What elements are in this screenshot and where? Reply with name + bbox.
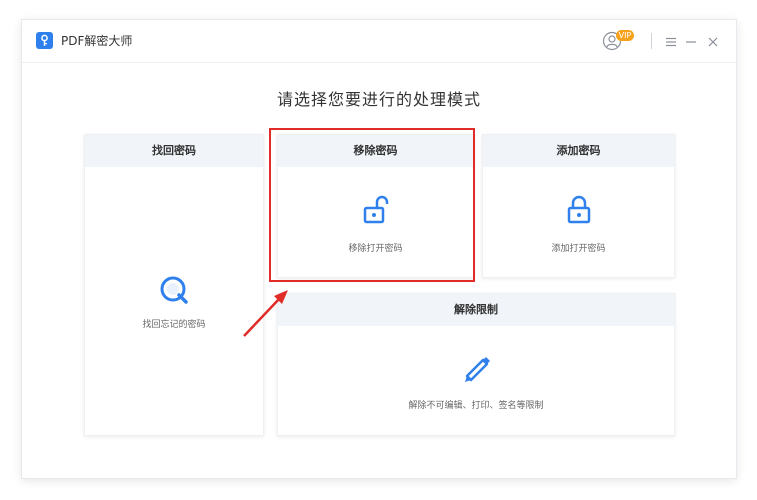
titlebar-divider (651, 33, 652, 49)
card-title: 解除限制 (278, 294, 674, 326)
app-title: PDF解密大师 (61, 34, 133, 48)
close-icon[interactable] (706, 34, 720, 48)
pencil-icon (459, 350, 493, 388)
arrow-annotation (240, 282, 300, 342)
page-heading: 请选择您要进行的处理模式 (276, 90, 481, 109)
card-description: 找回忘记的密码 (142, 320, 206, 330)
card-title: 找回密码 (85, 135, 263, 167)
add-password-card[interactable]: 添加密码 添加打开密码 (482, 134, 675, 278)
lock-icon (566, 195, 592, 229)
menu-icon[interactable] (664, 34, 678, 48)
card-title: 添加密码 (483, 135, 674, 167)
key-logo-icon (36, 32, 53, 49)
app-window: PDF解密大师 VIP 请选择您要进行的处理模式 找回密码 找回忘记的密码 移除… (22, 20, 736, 478)
highlight-box (269, 128, 475, 282)
card-description: 解除不可编辑、打印、签名等限制 (408, 401, 544, 411)
title-bar: PDF解密大师 VIP (22, 20, 736, 63)
magnifier-icon (159, 275, 189, 309)
remove-restrictions-card[interactable]: 解除限制 解除不可编辑、打印、签名等限制 (277, 293, 675, 436)
vip-badge: VIP (616, 30, 634, 41)
card-description: 添加打开密码 (551, 244, 606, 254)
minimize-icon[interactable] (684, 34, 698, 48)
recover-password-card[interactable]: 找回密码 找回忘记的密码 (84, 134, 264, 436)
